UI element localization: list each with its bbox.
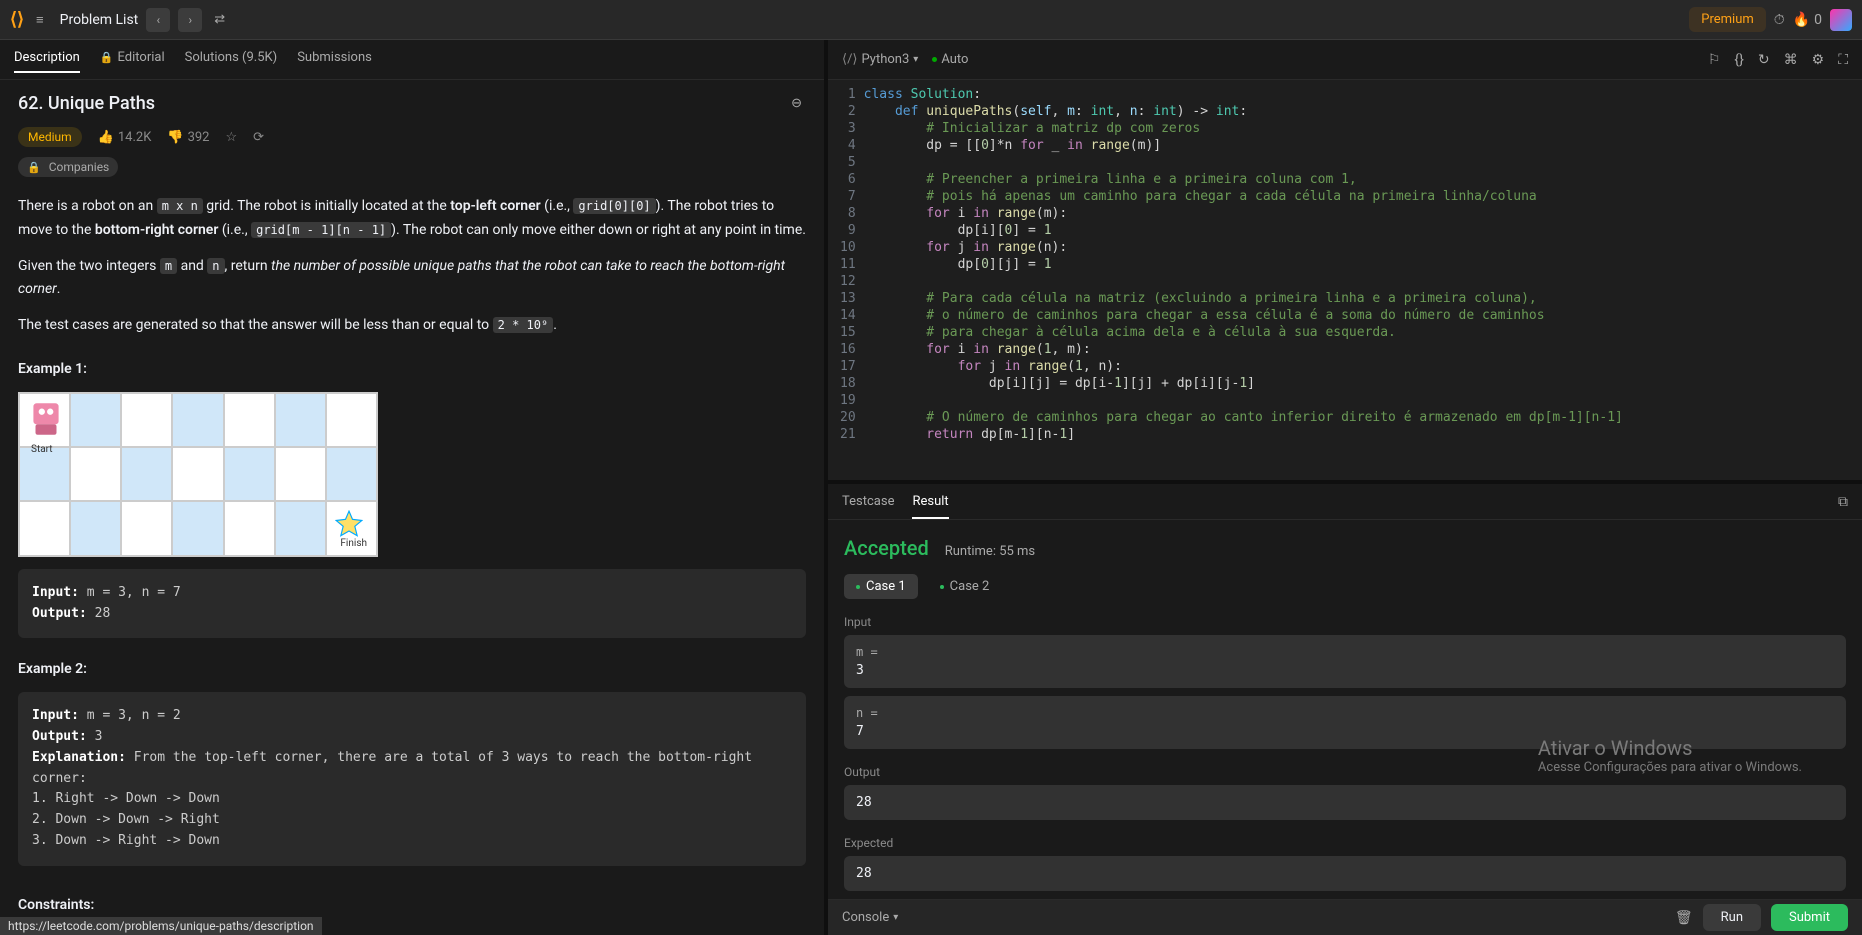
result-status: Accepted <box>844 536 929 560</box>
language-selector[interactable]: ⟨/⟩ Python3 ▾ <box>842 52 918 67</box>
tab-solutions[interactable]: Solutions (9.5K) <box>185 50 278 73</box>
constraints-heading: Constraints: <box>18 894 806 918</box>
problem-paragraph-2: Given the two integers m and n, return t… <box>18 255 806 303</box>
bookmark-icon[interactable]: ⚐ <box>1708 52 1721 68</box>
star-icon <box>335 510 363 538</box>
run-button[interactable]: Run <box>1703 904 1761 931</box>
menu-icon[interactable]: ≡ <box>32 8 48 32</box>
braces-icon[interactable]: {} <box>1734 52 1743 68</box>
case-2-button[interactable]: Case 2 <box>928 574 1002 599</box>
case-1-button[interactable]: Case 1 <box>844 574 918 599</box>
lock-icon: 🔒 <box>100 51 114 64</box>
timer-icon[interactable]: ⏱ <box>1774 12 1785 28</box>
companies-badge[interactable]: 🔒Companies <box>18 157 118 177</box>
shuffle-icon[interactable]: ⇄ <box>210 8 229 31</box>
settings-icon[interactable]: ⚙ <box>1812 52 1825 68</box>
example-1-block: Input: m = 3, n = 7 Output: 28 <box>18 569 806 639</box>
expected-label: Expected <box>844 836 1846 850</box>
tab-submissions[interactable]: Submissions <box>297 50 372 73</box>
problem-paragraph-1: There is a robot on an m x n grid. The r… <box>18 195 806 243</box>
example-1-image: Start Finish <box>18 392 378 557</box>
input-n-box: n = 7 <box>844 696 1846 749</box>
like-button[interactable]: 👍 14.2K <box>98 130 152 145</box>
prev-problem-button[interactable]: ‹ <box>146 8 170 32</box>
keyboard-icon[interactable]: ⌘ <box>1784 52 1798 68</box>
lock-icon: 🔒 <box>27 161 41 174</box>
dislike-button[interactable]: 👎 392 <box>167 130 209 145</box>
example-2-block: Input: m = 3, n = 2 Output: 3 Explanatio… <box>18 692 806 866</box>
output-box: 28 <box>844 785 1846 820</box>
expand-icon[interactable]: ⧉ <box>1838 494 1848 519</box>
trash-icon[interactable]: 🗑 <box>1675 910 1693 926</box>
problem-list-link[interactable]: Problem List <box>60 12 139 28</box>
more-icon[interactable]: ⊖ <box>787 92 806 115</box>
reset-icon[interactable]: ↻ <box>1758 52 1770 68</box>
fullscreen-icon[interactable]: ⛶ <box>1838 52 1848 68</box>
expected-box: 28 <box>844 856 1846 891</box>
tab-result[interactable]: Result <box>912 494 948 519</box>
tab-description[interactable]: Description <box>14 50 80 73</box>
result-runtime: Runtime: 55 ms <box>945 544 1035 559</box>
robot-icon <box>25 397 67 439</box>
input-label: Input <box>844 615 1846 629</box>
problem-paragraph-3: The test cases are generated so that the… <box>18 314 806 338</box>
output-label: Output <box>844 765 1846 779</box>
example-2-heading: Example 2: <box>18 658 806 682</box>
difficulty-badge: Medium <box>18 127 82 147</box>
console-toggle[interactable]: Console ▾ <box>842 910 898 925</box>
streak-counter[interactable]: 🔥 0 <box>1793 12 1822 28</box>
next-problem-button[interactable]: › <box>178 8 202 32</box>
share-button[interactable]: ⟳ <box>253 130 264 145</box>
auto-toggle[interactable]: Auto <box>932 52 968 67</box>
user-avatar[interactable] <box>1830 9 1852 31</box>
status-bar-url: https://leetcode.com/problems/unique-pat… <box>0 917 322 935</box>
code-editor[interactable]: 123456789101112131415161718192021 class … <box>828 80 1862 480</box>
submit-button[interactable]: Submit <box>1771 904 1848 931</box>
tab-editorial[interactable]: 🔒Editorial <box>100 50 165 73</box>
streak-count: 0 <box>1814 12 1822 28</box>
example-1-heading: Example 1: <box>18 358 806 382</box>
tab-testcase[interactable]: Testcase <box>842 494 894 519</box>
leetcode-logo[interactable]: ⟨⟩ <box>10 9 24 30</box>
premium-button[interactable]: Premium <box>1689 7 1766 32</box>
favorite-button[interactable]: ☆ <box>225 130 237 145</box>
input-m-box: m = 3 <box>844 635 1846 688</box>
problem-title: 62. Unique Paths <box>18 93 155 114</box>
